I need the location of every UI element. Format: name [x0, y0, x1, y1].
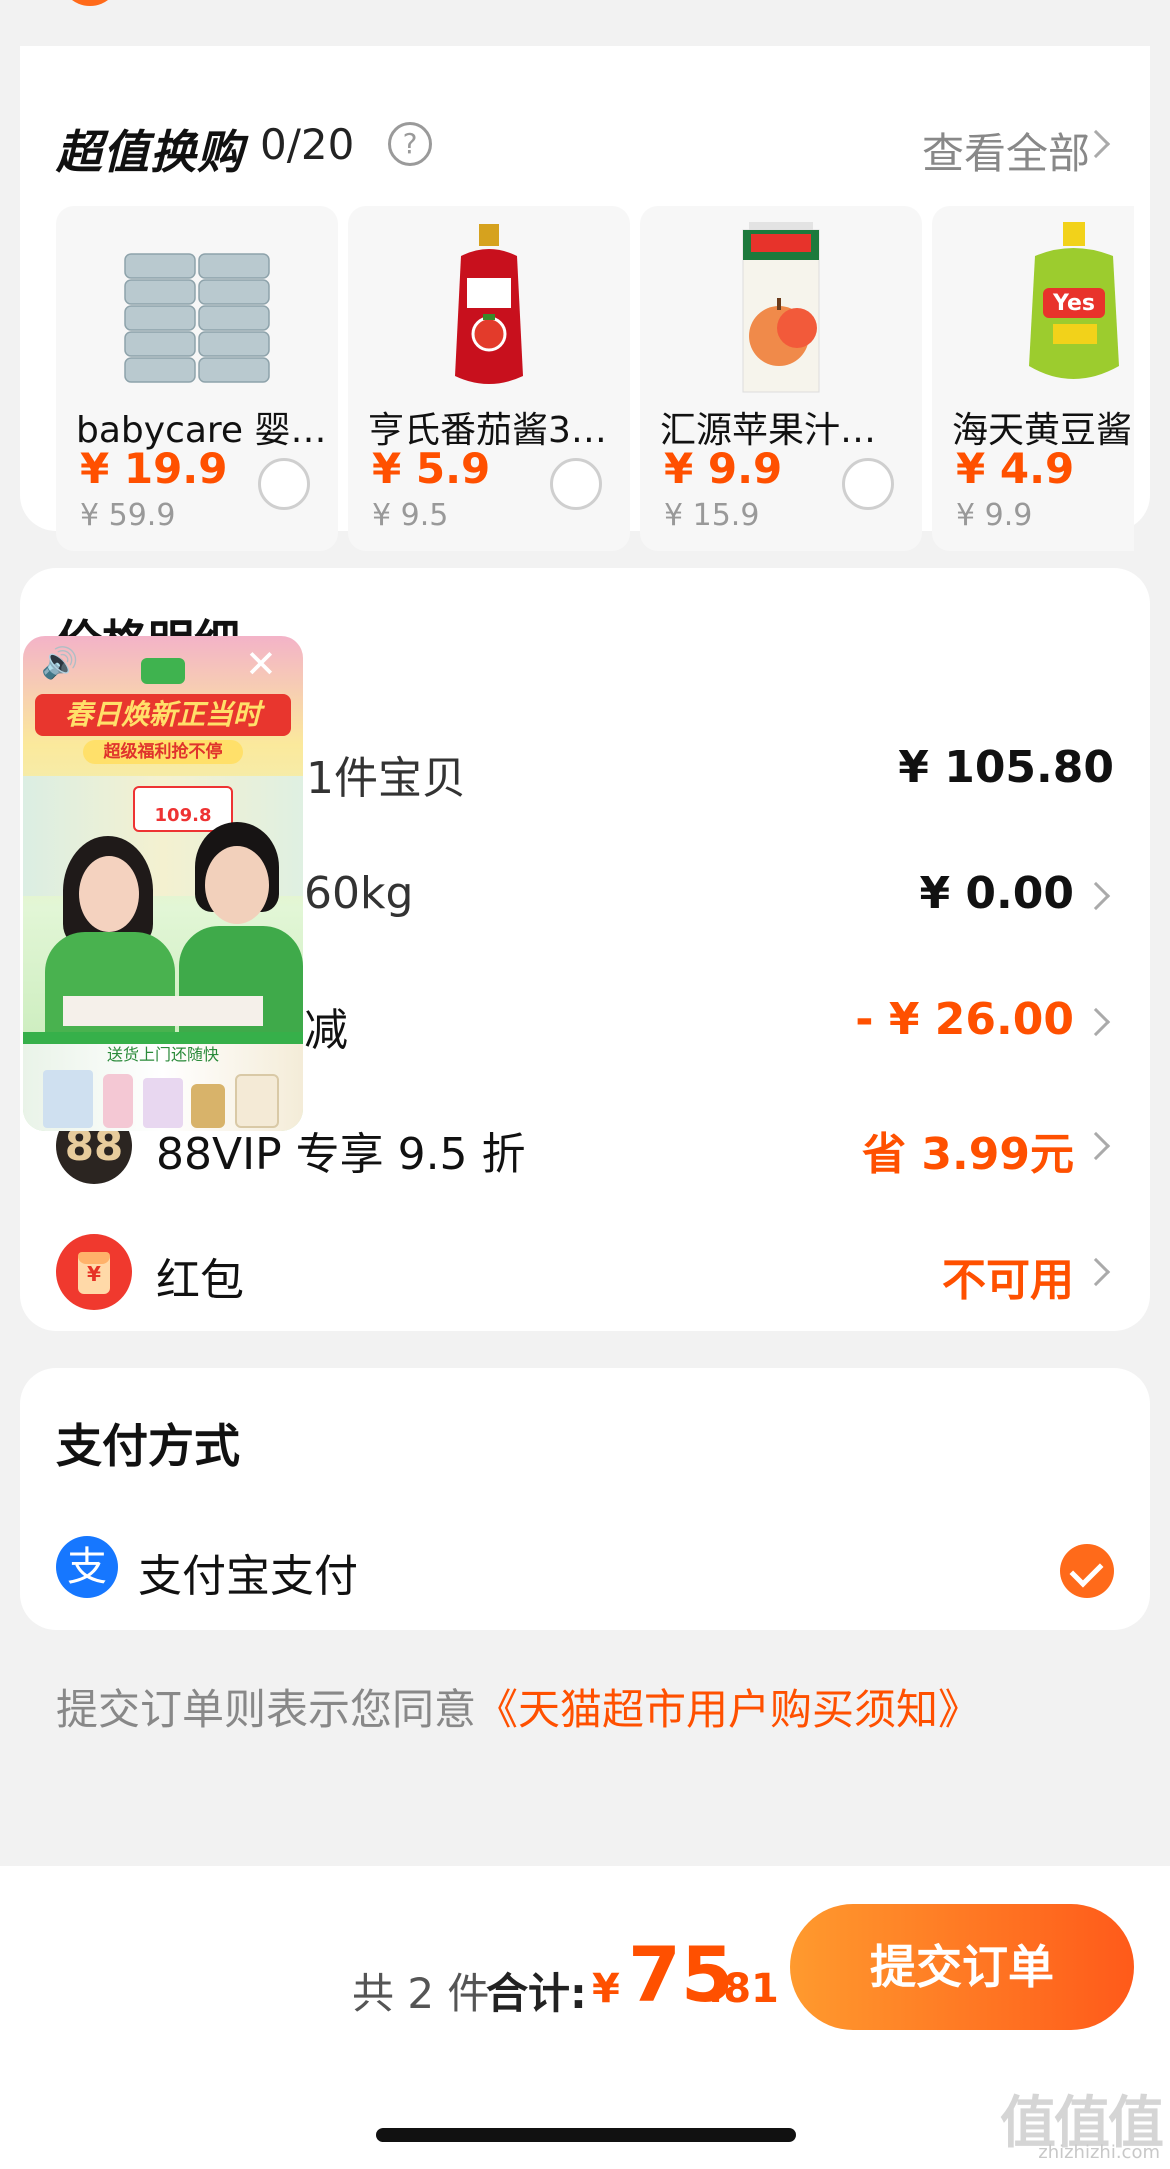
shipping-fee[interactable]: ¥ 0.00 [920, 868, 1075, 919]
product-price: ¥ 9.9 [664, 444, 783, 493]
items-label: 1件宝贝 [306, 753, 466, 804]
video-table [63, 996, 263, 1026]
svg-text:Yes: Yes [1052, 291, 1095, 316]
floating-live-video[interactable]: 🔊 ✕ 春日焕新正当时 超级福利抢不停 109.8 送货上门还随快 [23, 636, 303, 1131]
vip-savings[interactable]: 省 3.99元 [862, 1118, 1074, 1182]
alipay-label[interactable]: 支付宝支付 [138, 1540, 358, 1604]
product-price: ¥ 19.9 [80, 444, 228, 493]
select-radio[interactable] [842, 458, 894, 510]
agreement-prefix: 提交订单则表示您同意 [56, 1685, 477, 1734]
payment-title: 支付方式 [56, 1419, 240, 1473]
home-indicator[interactable] [376, 2128, 796, 2142]
product-price: ¥ 4.9 [956, 444, 1075, 493]
help-icon[interactable]: ? [388, 122, 432, 166]
red-packet-glyph: ¥ [78, 1252, 110, 1294]
chevron-right-icon [1081, 1007, 1111, 1037]
payment-card: 支付方式 支 支付宝支付 [20, 1368, 1150, 1630]
agreement-text: 提交订单则表示您同意《天猫超市用户购买须知》 [56, 1676, 980, 1737]
select-radio[interactable] [258, 458, 310, 510]
total-currency: ¥ [592, 1966, 620, 2012]
video-product [191, 1084, 225, 1128]
red-packet-status[interactable]: 不可用 [942, 1244, 1074, 1308]
ketchup-image [455, 224, 523, 384]
product-card[interactable]: Yes 海天黄豆酱 ¥ 4.9 ¥ 9.9 [932, 206, 1134, 551]
juice-box-image [742, 222, 820, 393]
shipping-label[interactable]: 60kg [304, 868, 413, 919]
product-card[interactable]: 汇源苹果汁大瓶装 ¥ 9.9 ¥ 15.9 [640, 206, 922, 551]
selected-check-icon[interactable] [1060, 1544, 1114, 1598]
product-original-price: ¥ 59.9 [80, 498, 176, 533]
video-price-tag: 109.8 [133, 786, 233, 832]
host2-face [205, 846, 269, 924]
video-banner: 春日焕新正当时 [35, 694, 291, 736]
red-packet-icon: ¥ [56, 1234, 132, 1310]
product-original-price: ¥ 9.9 [956, 498, 1033, 533]
exchange-count: 0/20 [260, 120, 355, 169]
top-strip [0, 0, 1170, 46]
video-product [143, 1078, 183, 1128]
discount-value[interactable]: - ¥ 26.00 [855, 994, 1074, 1045]
alipay-icon: 支 [56, 1536, 118, 1598]
close-icon[interactable]: ✕ [245, 642, 277, 686]
tmall-logo [141, 658, 185, 684]
wipes-image [124, 253, 270, 383]
red-packet-label[interactable]: 红包 [156, 1244, 244, 1308]
video-product [43, 1070, 93, 1128]
items-total: ¥ 105.80 [898, 742, 1114, 793]
volume-icon[interactable]: 🔊 [41, 646, 78, 681]
product-card[interactable]: 亨氏番茄酱320g ¥ 5.9 ¥ 9.5 [348, 206, 630, 551]
watermark-url: zhizhizhi.com [1038, 2142, 1160, 2163]
soybean-paste-image: Yes [1029, 222, 1119, 379]
total-label: 合计: [486, 1969, 587, 2018]
chevron-right-icon [1081, 881, 1111, 911]
video-caption: 送货上门还随快 [106, 1045, 219, 1064]
chevron-right-icon [1081, 1257, 1111, 1287]
exchange-card: 超值换购 0/20 ? 查看全部 babycare 婴儿湿巾 ¥ 19.9 ¥ … [20, 46, 1150, 551]
submit-order-button[interactable]: 提交订单 [790, 1904, 1134, 2030]
video-product [235, 1074, 279, 1128]
video-subtitle: 超级福利抢不停 [83, 740, 243, 764]
chevron-right-icon [1081, 1131, 1111, 1161]
checkout-bar: 共 2 件 合计: ¥ 75 .81 提交订单 值值值 zhizhizhi.co… [0, 1866, 1170, 2169]
select-radio[interactable] [550, 458, 602, 510]
product-original-price: ¥ 9.5 [372, 498, 449, 533]
item-count: 共 2 件 [352, 1969, 490, 2018]
video-product-strip: 送货上门还随快 [23, 1044, 303, 1131]
see-all-link[interactable]: 查看全部 [922, 120, 1090, 181]
exchange-title: 超值换购 [56, 125, 244, 179]
product-original-price: ¥ 15.9 [664, 498, 760, 533]
agreement-link[interactable]: 《天猫超市用户购买须知》 [476, 1685, 980, 1734]
product-card[interactable]: babycare 婴儿湿巾 ¥ 19.9 ¥ 59.9 [56, 206, 338, 551]
host-face [79, 856, 139, 932]
product-price: ¥ 5.9 [372, 444, 491, 493]
total-decimal: .81 [708, 1966, 779, 2012]
discount-label[interactable]: 减 [304, 994, 348, 1058]
video-product [103, 1074, 133, 1128]
product-carousel[interactable]: babycare 婴儿湿巾 ¥ 19.9 ¥ 59.9 亨氏番茄酱320g ¥ … [56, 206, 1134, 551]
